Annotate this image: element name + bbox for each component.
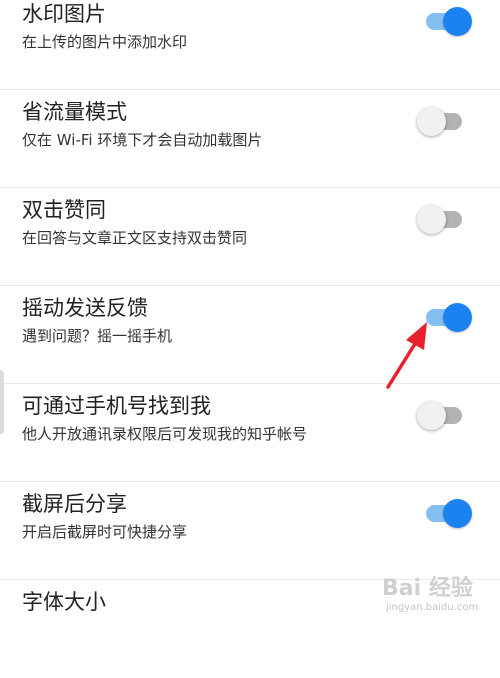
watermark-text: Bai 经验: [382, 576, 473, 601]
watermark-url: jingyan.baidu.com: [386, 602, 479, 613]
settings-screen: 水印图片 在上传的图片中添加水印 省流量模式 仅在 Wi-Fi 环境下才会自动加…: [0, 0, 500, 622]
annotation-arrow-icon: [386, 322, 427, 389]
baidu-jingyan-watermark: Bai 经验 jingyan.baidu.com: [382, 564, 500, 622]
